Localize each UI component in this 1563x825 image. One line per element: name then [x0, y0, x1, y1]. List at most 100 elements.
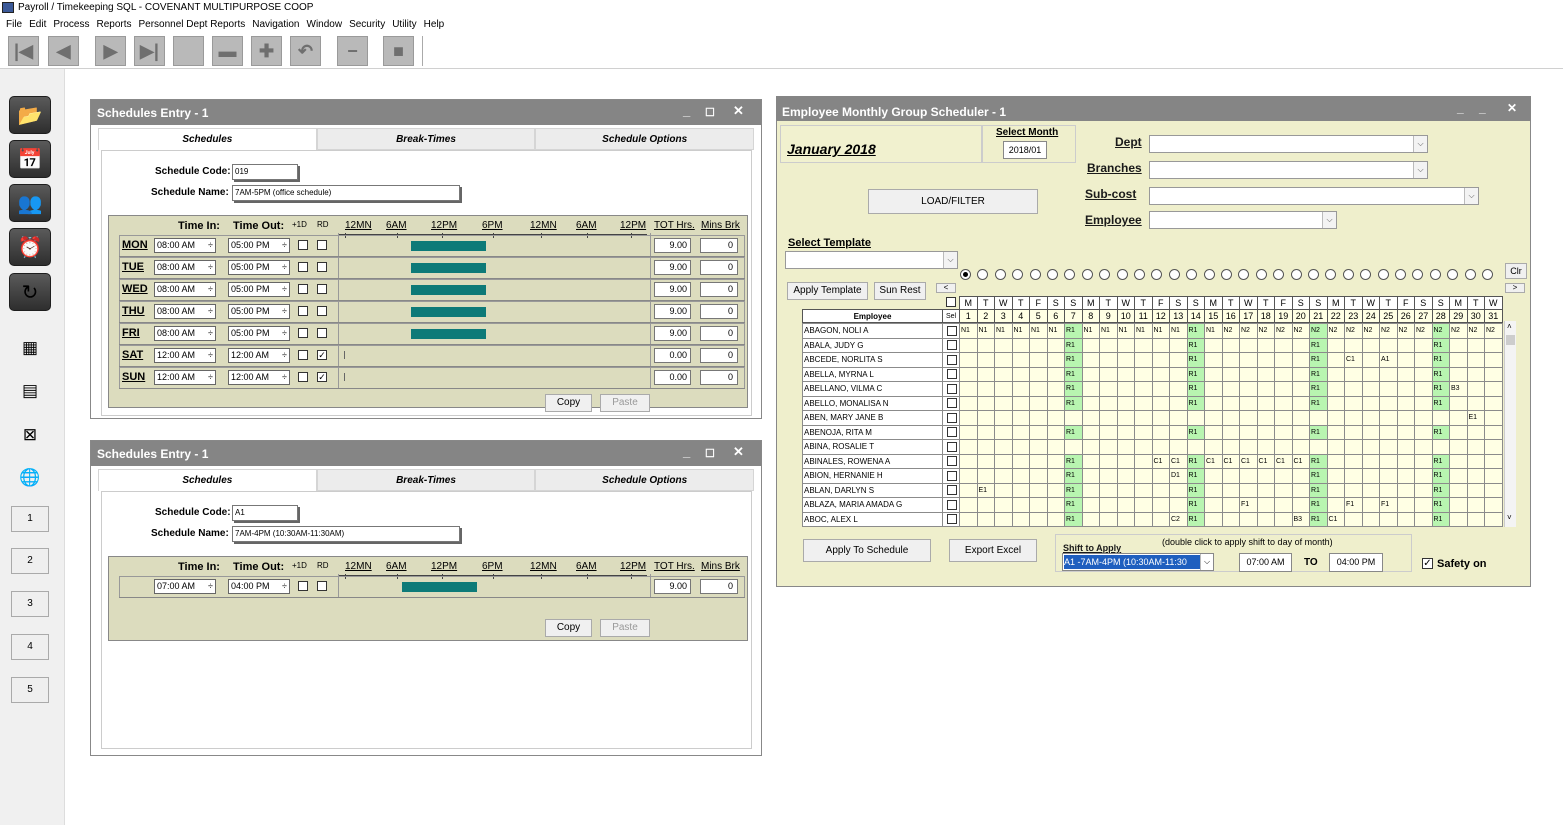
- schedule-cell[interactable]: [1484, 497, 1503, 513]
- schedule-cell[interactable]: [1116, 468, 1135, 484]
- schedule-cell[interactable]: R1: [1309, 366, 1328, 382]
- schedule-cell[interactable]: N2: [1379, 323, 1398, 339]
- time-in-field[interactable]: 08:00 AM: [154, 326, 216, 341]
- plus1d-checkbox[interactable]: [298, 284, 308, 294]
- calendar-small-icon[interactable]: ▦: [19, 337, 41, 359]
- sidebar-num-5[interactable]: 5: [11, 677, 49, 703]
- schedule-cell[interactable]: [1396, 453, 1415, 469]
- schedule-cell[interactable]: [1274, 352, 1293, 368]
- schedule-cell[interactable]: [959, 497, 978, 513]
- time-in-field[interactable]: 08:00 AM: [154, 238, 216, 253]
- schedule-cell[interactable]: [976, 511, 995, 527]
- schedule-cell[interactable]: N1: [994, 323, 1013, 339]
- schedule-cell[interactable]: [976, 424, 995, 440]
- schedule-cell[interactable]: R1: [1309, 381, 1328, 397]
- row-checkbox[interactable]: [946, 470, 957, 481]
- schedule-cell[interactable]: [1466, 482, 1485, 498]
- rd-checkbox[interactable]: ✓: [317, 372, 327, 382]
- schedule-cell[interactable]: R1: [1309, 352, 1328, 368]
- schedule-cell[interactable]: N1: [1081, 323, 1100, 339]
- schedule-cell[interactable]: [1484, 366, 1503, 382]
- rd-checkbox[interactable]: [317, 328, 327, 338]
- schedule-name-field[interactable]: 7AM-4PM (10:30AM-11:30AM): [232, 526, 460, 542]
- apply-to-schedule-button[interactable]: Apply To Schedule: [803, 539, 931, 562]
- schedule-cell[interactable]: [1046, 482, 1065, 498]
- schedule-cell[interactable]: [1379, 439, 1398, 455]
- schedule-cell[interactable]: [994, 366, 1013, 382]
- schedule-cell[interactable]: [1081, 453, 1100, 469]
- sidebar-num-3[interactable]: 3: [11, 591, 49, 617]
- schedule-cell[interactable]: [1011, 381, 1030, 397]
- schedule-cell[interactable]: [1011, 352, 1030, 368]
- schedule-cell[interactable]: [1449, 424, 1468, 440]
- schedule-cell[interactable]: R1: [1431, 482, 1450, 498]
- chevron-down-icon[interactable]: ⌵: [943, 252, 957, 268]
- schedule-cell[interactable]: [1099, 395, 1118, 411]
- schedule-cell[interactable]: [1099, 453, 1118, 469]
- schedule-cell[interactable]: R1: [1064, 323, 1083, 339]
- schedule-cell[interactable]: [1151, 497, 1170, 513]
- time-in-field[interactable]: 12:00 AM: [154, 370, 216, 385]
- schedule-cell[interactable]: [1274, 410, 1293, 426]
- schedule-cell[interactable]: [1379, 337, 1398, 353]
- schedule-cell[interactable]: [1116, 381, 1135, 397]
- menu-security[interactable]: Security: [349, 19, 385, 30]
- schedule-cell[interactable]: [994, 453, 1013, 469]
- schedule-cell[interactable]: [1449, 337, 1468, 353]
- schedule-cell[interactable]: [1344, 468, 1363, 484]
- sidebar-num-4[interactable]: 4: [11, 634, 49, 660]
- schedule-cell[interactable]: [1099, 337, 1118, 353]
- schedule-cell[interactable]: [1379, 482, 1398, 498]
- schedule-cell[interactable]: [1379, 453, 1398, 469]
- minimize-icon[interactable]: _: [683, 98, 690, 124]
- schedule-cell[interactable]: [1169, 410, 1188, 426]
- row-checkbox[interactable]: [946, 383, 957, 394]
- tab-schedule-options[interactable]: Schedule Options: [535, 128, 755, 150]
- schedule-cell[interactable]: [1466, 337, 1485, 353]
- schedule-cell[interactable]: [1344, 424, 1363, 440]
- schedule-cell[interactable]: C1: [1256, 453, 1275, 469]
- schedule-cell[interactable]: [994, 410, 1013, 426]
- schedule-cell[interactable]: [1011, 424, 1030, 440]
- schedule-cell[interactable]: [1361, 439, 1380, 455]
- schedule-cell[interactable]: [1449, 410, 1468, 426]
- time-in-field[interactable]: 08:00 AM: [154, 304, 216, 319]
- schedule-cell[interactable]: [1081, 352, 1100, 368]
- schedule-cell[interactable]: [1326, 352, 1345, 368]
- schedule-cell[interactable]: C1: [1151, 453, 1170, 469]
- schedule-cell[interactable]: R1: [1309, 511, 1328, 527]
- schedule-cell[interactable]: N2: [1396, 323, 1415, 339]
- schedule-cell[interactable]: [976, 352, 995, 368]
- schedule-cell[interactable]: [994, 381, 1013, 397]
- schedule-cell[interactable]: R1: [1064, 424, 1083, 440]
- row-checkbox[interactable]: [946, 354, 957, 365]
- tab-schedules[interactable]: Schedules: [98, 469, 317, 491]
- schedule-cell[interactable]: [1449, 453, 1468, 469]
- schedule-cell[interactable]: [1081, 511, 1100, 527]
- schedule-cell[interactable]: [1466, 497, 1485, 513]
- schedule-cell[interactable]: [1361, 497, 1380, 513]
- mins-brk-field[interactable]: 0: [700, 348, 738, 363]
- schedule-cell[interactable]: [1361, 424, 1380, 440]
- schedule-cell[interactable]: [1256, 395, 1275, 411]
- mins-brk-field[interactable]: 0: [700, 579, 738, 594]
- schedule-cell[interactable]: [1326, 453, 1345, 469]
- schedule-cell[interactable]: [1204, 497, 1223, 513]
- schedule-cell[interactable]: [1344, 366, 1363, 382]
- schedule-cell[interactable]: [1449, 482, 1468, 498]
- day-radio[interactable]: [1482, 269, 1493, 280]
- folder-icon[interactable]: 📂: [9, 96, 51, 134]
- schedule-cell[interactable]: [1029, 381, 1048, 397]
- schedule-cell[interactable]: R1: [1309, 482, 1328, 498]
- scroll-up-icon[interactable]: ˄: [1507, 322, 1512, 331]
- schedule-cell[interactable]: [1046, 439, 1065, 455]
- schedule-cell[interactable]: [1151, 366, 1170, 382]
- schedule-cell[interactable]: [1081, 468, 1100, 484]
- schedule-cell[interactable]: [1081, 439, 1100, 455]
- schedule-cell[interactable]: [1449, 352, 1468, 368]
- row-checkbox[interactable]: [946, 427, 957, 438]
- schedule-cell[interactable]: [1291, 337, 1310, 353]
- schedule-cell[interactable]: [1414, 439, 1433, 455]
- tot-hrs-field[interactable]: 0.00: [654, 370, 691, 385]
- day-radio[interactable]: [1290, 269, 1302, 280]
